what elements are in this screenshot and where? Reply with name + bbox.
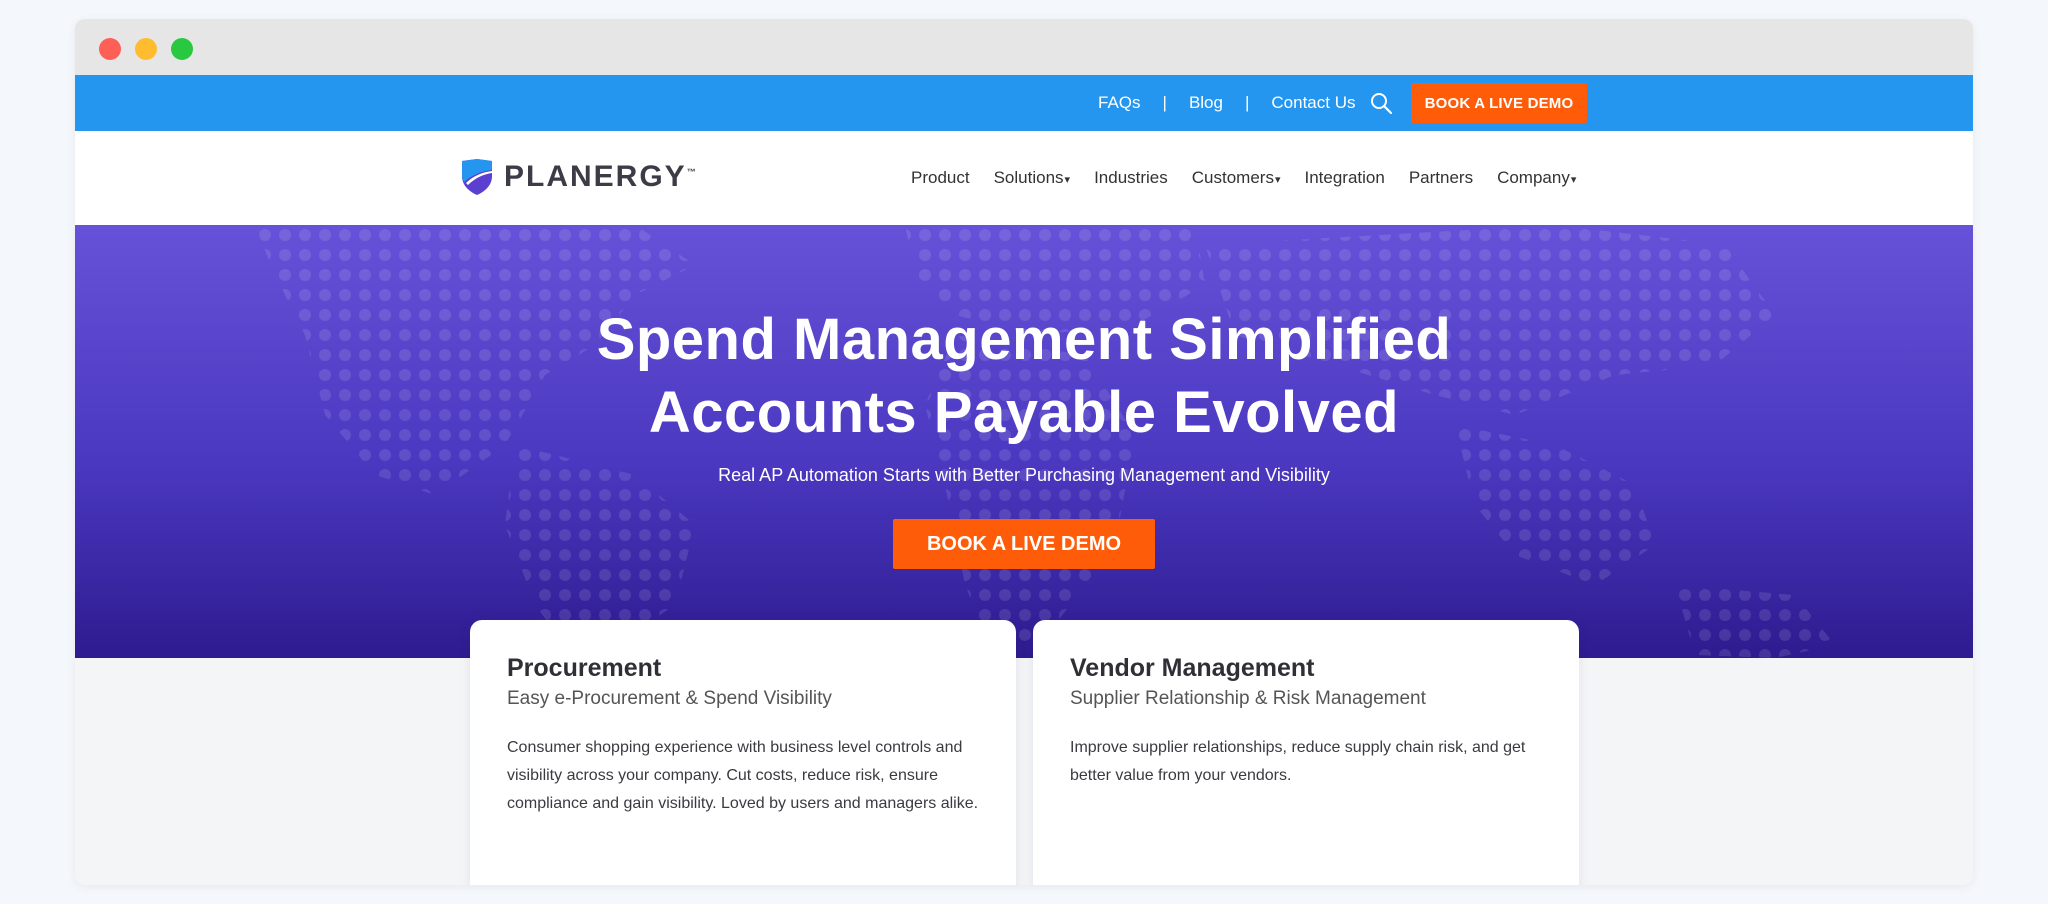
hero-title: Spend Management Simplified Accounts Pay… — [75, 303, 1973, 449]
separator: | — [1244, 93, 1250, 112]
search-icon[interactable] — [1369, 91, 1393, 115]
browser-window: FAQs | Blog | Contact Us BOOK A LIVE DEM… — [75, 19, 1973, 885]
card-body: Consumer shopping experience with busine… — [507, 739, 979, 812]
vendor-management-card[interactable]: Vendor Management Supplier Relationship … — [1033, 620, 1579, 885]
utility-links: FAQs | Blog | Contact Us — [1098, 75, 1355, 131]
procurement-card[interactable]: Procurement Easy e-Procurement & Spend V… — [470, 620, 1016, 885]
book-demo-button-hero[interactable]: BOOK A LIVE DEMO — [893, 519, 1155, 569]
book-demo-button-top[interactable]: BOOK A LIVE DEMO — [1411, 83, 1587, 123]
hero-title-line-2: Accounts Payable Evolved — [648, 380, 1400, 445]
hero-subtitle: Real AP Automation Starts with Better Pu… — [718, 465, 1330, 485]
blog-link[interactable]: Blog — [1189, 93, 1223, 113]
minimize-window-button[interactable] — [135, 38, 157, 60]
main-menu: Product Solutions▾ Industries Customers▾… — [911, 131, 1576, 225]
planergy-logo[interactable]: PLANERGY™ — [460, 158, 698, 196]
card-title: Procurement — [507, 654, 662, 682]
card-subtitle: Supplier Relationship & Risk Management — [1070, 688, 1426, 709]
hero-title-line-1: Spend Management Simplified — [596, 307, 1452, 372]
nav-item-company[interactable]: Company▾ — [1497, 168, 1576, 188]
card-title: Vendor Management — [1070, 654, 1315, 682]
hero-section: Spend Management Simplified Accounts Pay… — [75, 225, 1973, 658]
nav-item-partners[interactable]: Partners — [1409, 168, 1473, 188]
maximize-window-button[interactable] — [171, 38, 193, 60]
nav-item-solutions[interactable]: Solutions▾ — [994, 168, 1070, 188]
nav-item-customers[interactable]: Customers▾ — [1192, 168, 1281, 188]
utility-bar: FAQs | Blog | Contact Us BOOK A LIVE DEM… — [75, 75, 1973, 131]
caret-down-icon: ▾ — [1064, 174, 1071, 186]
main-navbar: PLANERGY™ Product Solutions▾ Industries … — [75, 131, 1973, 225]
nav-item-industries[interactable]: Industries — [1094, 168, 1168, 188]
card-body: Improve supplier relationships, reduce s… — [1070, 739, 1526, 784]
faqs-link[interactable]: FAQs — [1098, 93, 1141, 113]
separator: | — [1162, 93, 1167, 112]
contact-us-link[interactable]: Contact Us — [1271, 93, 1355, 113]
card-subtitle: Easy e-Procurement & Spend Visibility — [507, 688, 832, 709]
close-window-button[interactable] — [99, 38, 121, 60]
caret-down-icon: ▾ — [1274, 174, 1281, 186]
window-titlebar — [75, 19, 1973, 75]
caret-down-icon: ▾ — [1570, 174, 1577, 186]
brand-name: PLANERGY™ — [504, 160, 698, 193]
nav-item-product[interactable]: Product — [911, 168, 970, 188]
nav-item-integration[interactable]: Integration — [1304, 168, 1384, 188]
shield-logo-icon — [462, 159, 492, 195]
